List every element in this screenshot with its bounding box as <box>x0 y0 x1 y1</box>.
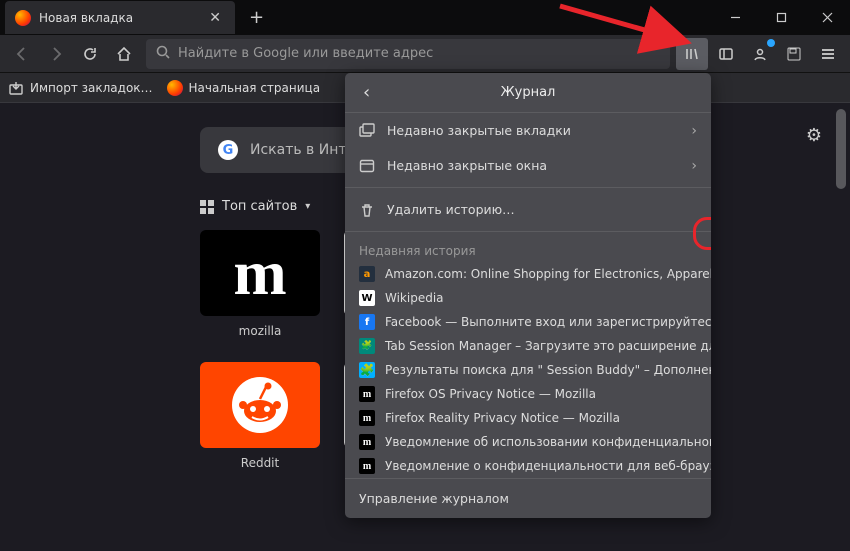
import-icon <box>8 80 24 96</box>
panel-header: ‹ Журнал <box>345 73 711 113</box>
panel-back-button[interactable]: ‹ <box>355 78 378 107</box>
firefox-icon <box>167 80 183 96</box>
library-button[interactable] <box>676 38 708 70</box>
history-item[interactable]: W Wikipedia <box>345 286 711 310</box>
history-item[interactable]: f Facebook — Выполните вход или зарегистр… <box>345 310 711 334</box>
history-label: Результаты поиска для " Session Buddy" –… <box>385 363 711 377</box>
close-window-button[interactable] <box>804 0 850 35</box>
mozilla-favicon: m <box>359 386 375 402</box>
amazon-favicon: a <box>359 266 375 282</box>
home-button[interactable] <box>108 38 140 70</box>
separator <box>345 187 711 188</box>
minimize-button[interactable] <box>712 0 758 35</box>
wikipedia-favicon: W <box>359 290 375 306</box>
history-item[interactable]: a Amazon.com: Online Shopping for Electro… <box>345 262 711 286</box>
tabs-icon <box>359 123 375 139</box>
history-item[interactable]: m Уведомление о конфиденциальности для ве… <box>345 454 711 478</box>
close-tab-icon[interactable]: ✕ <box>205 10 225 26</box>
topsites-label: Топ сайтов <box>222 199 297 214</box>
urlbar-placeholder: Найдите в Google или введите адрес <box>178 46 433 61</box>
window-controls <box>712 0 850 35</box>
tile-mozilla[interactable]: m <box>200 230 320 316</box>
back-button[interactable] <box>6 38 38 70</box>
maximize-button[interactable] <box>758 0 804 35</box>
history-label: Tab Session Manager – Загрузите это расш… <box>385 339 711 353</box>
account-button[interactable] <box>744 38 776 70</box>
tile-label: Reddit <box>200 456 320 470</box>
titlebar: Новая вкладка ✕ + <box>0 0 850 35</box>
history-label: Wikipedia <box>385 291 444 305</box>
grid-icon <box>200 200 214 214</box>
tile-reddit[interactable] <box>200 362 320 448</box>
reload-button[interactable] <box>74 38 106 70</box>
browser-tab[interactable]: Новая вкладка ✕ <box>5 1 235 34</box>
facebook-favicon: f <box>359 314 375 330</box>
home-bookmark-label: Начальная страница <box>189 81 321 95</box>
manage-history-label: Управление журналом <box>359 491 509 506</box>
clear-history[interactable]: Удалить историю… <box>345 192 711 227</box>
reddit-icon <box>230 375 290 435</box>
history-item[interactable]: 🧩 Результаты поиска для " Session Buddy" … <box>345 358 711 382</box>
url-bar[interactable]: Найдите в Google или введите адрес <box>146 39 670 69</box>
mozilla-favicon: m <box>359 458 375 474</box>
settings-gear-icon[interactable]: ⚙ <box>806 125 822 146</box>
scrollbar-thumb[interactable] <box>836 109 846 189</box>
tile-label: mozilla <box>200 324 320 338</box>
save-button[interactable] <box>778 38 810 70</box>
recently-closed-windows[interactable]: Недавно закрытые окна › <box>345 148 711 183</box>
import-bookmarks-button[interactable]: Импорт закладок… <box>8 80 153 96</box>
chevron-right-icon: › <box>691 123 697 139</box>
home-bookmark[interactable]: Начальная страница <box>167 80 321 96</box>
history-item[interactable]: 🧩 Tab Session Manager – Загрузите это рас… <box>345 334 711 358</box>
history-label: Уведомление о конфиденциальности для веб… <box>385 459 711 473</box>
chevron-down-icon: ▾ <box>305 201 310 212</box>
history-item[interactable]: m Firefox OS Privacy Notice — Mozilla <box>345 382 711 406</box>
extension-favicon: 🧩 <box>359 362 375 378</box>
search-icon <box>156 44 170 63</box>
history-label: Facebook — Выполните вход или зарегистри… <box>385 315 711 329</box>
trash-icon <box>359 202 375 218</box>
history-item[interactable]: m Уведомление об использовании конфиденци… <box>345 430 711 454</box>
firefox-icon <box>15 10 31 26</box>
window-icon <box>359 158 375 174</box>
separator <box>345 231 711 232</box>
sidebar-button[interactable] <box>710 38 742 70</box>
navbar: Найдите в Google или введите адрес <box>0 35 850 73</box>
menu-button[interactable] <box>812 38 844 70</box>
panel-title: Журнал <box>501 85 556 100</box>
item-label: Недавно закрытые вкладки <box>387 123 571 138</box>
import-bookmarks-label: Импорт закладок… <box>30 81 153 95</box>
history-label: Firefox OS Privacy Notice — Mozilla <box>385 387 596 401</box>
extension-favicon: 🧩 <box>359 338 375 354</box>
mozilla-favicon: m <box>359 434 375 450</box>
item-label: Удалить историю… <box>387 202 515 217</box>
history-label: Firefox Reality Privacy Notice — Mozilla <box>385 411 620 425</box>
item-label: Недавно закрытые окна <box>387 158 547 173</box>
recently-closed-tabs[interactable]: Недавно закрытые вкладки › <box>345 113 711 148</box>
history-label: Уведомление об использовании конфиденциа… <box>385 435 711 449</box>
history-item[interactable]: m Firefox Reality Privacy Notice — Mozill… <box>345 406 711 430</box>
forward-button[interactable] <box>40 38 72 70</box>
tab-title: Новая вкладка <box>39 11 205 25</box>
google-icon: G <box>218 140 238 160</box>
manage-history[interactable]: Управление журналом <box>345 478 711 518</box>
recent-history-header: Недавняя история <box>345 236 711 262</box>
new-tab-button[interactable]: + <box>235 7 278 28</box>
history-label: Amazon.com: Online Shopping for Electron… <box>385 267 711 281</box>
mozilla-favicon: m <box>359 410 375 426</box>
history-panel: ‹ Журнал Недавно закрытые вкладки › Неда… <box>345 73 711 518</box>
notification-badge <box>767 39 775 47</box>
chevron-right-icon: › <box>691 158 697 174</box>
